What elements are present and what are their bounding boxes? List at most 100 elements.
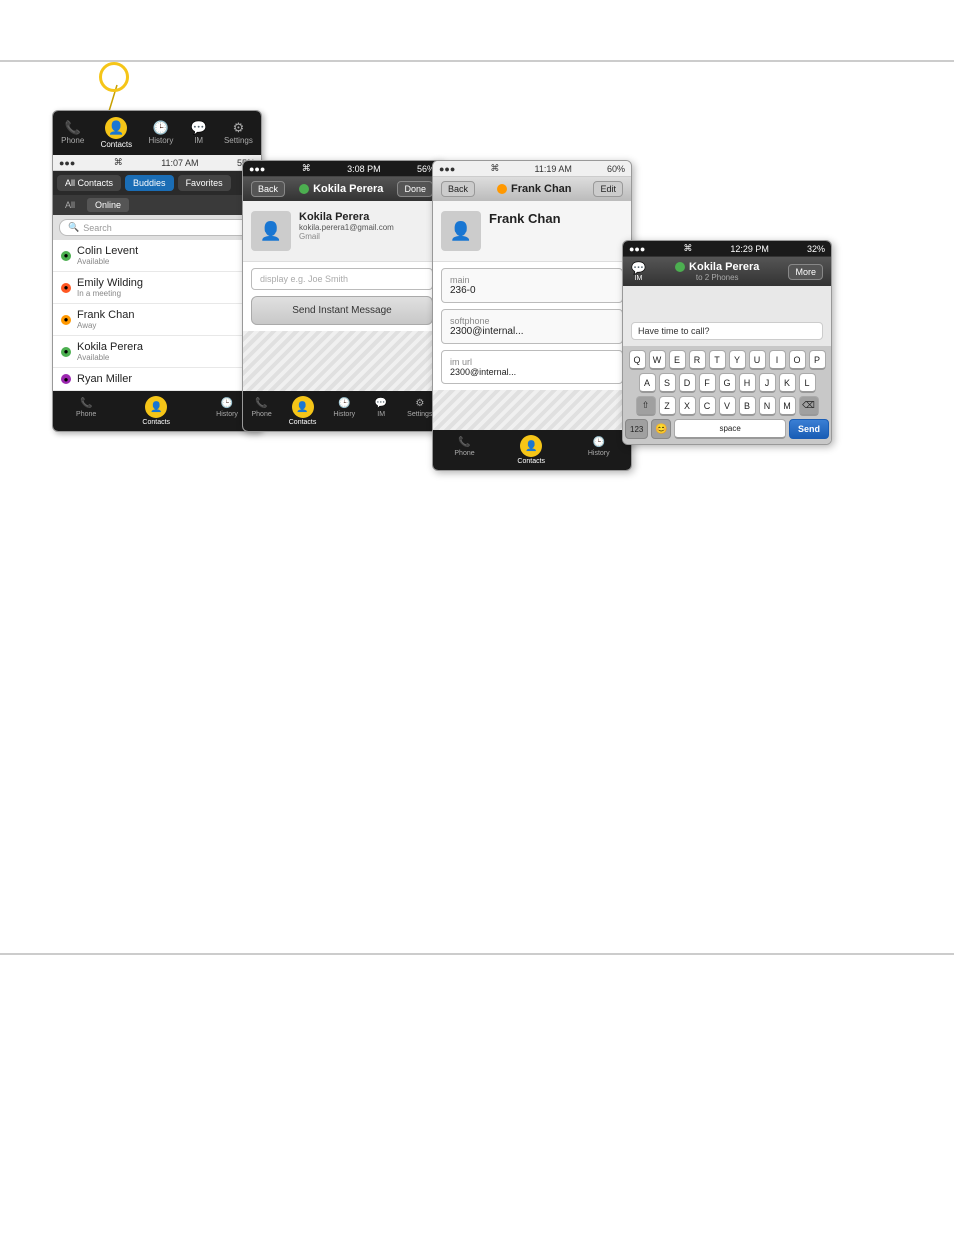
s3-contacts-tab[interactable]: 👤 Contacts bbox=[513, 433, 549, 467]
key-g[interactable]: G bbox=[719, 373, 736, 393]
time-s4: 12:29 PM bbox=[730, 244, 769, 254]
key-f[interactable]: F bbox=[699, 373, 716, 393]
softphone-field: softphone 2300@internal... bbox=[441, 309, 623, 344]
nav-label-im: IM bbox=[194, 136, 203, 145]
key-q[interactable]: Q bbox=[629, 350, 646, 370]
key-t[interactable]: T bbox=[709, 350, 726, 370]
status-dot-busy: ● bbox=[61, 283, 71, 293]
contact-info: Kokila Perera Available bbox=[77, 341, 253, 362]
chat-more-button[interactable]: More bbox=[788, 264, 823, 280]
key-x[interactable]: X bbox=[679, 396, 696, 416]
s3-history-tab[interactable]: 🕒 History bbox=[584, 433, 614, 467]
key-j[interactable]: J bbox=[759, 373, 776, 393]
nav-tab-im[interactable]: 💬 IM bbox=[186, 119, 212, 147]
key-o[interactable]: O bbox=[789, 350, 806, 370]
s2-history-tab[interactable]: 🕒 History bbox=[329, 394, 359, 428]
s2-contacts-icon: 👤 bbox=[292, 396, 314, 418]
contact-item-frank[interactable]: ● Frank Chan Away bbox=[53, 304, 261, 336]
key-space[interactable]: space bbox=[674, 419, 786, 439]
s2-phone-tab[interactable]: 📞 Phone bbox=[248, 394, 276, 428]
key-y[interactable]: Y bbox=[729, 350, 746, 370]
s3-phone-tab[interactable]: 📞 Phone bbox=[450, 433, 478, 467]
frank-back-button[interactable]: Back bbox=[441, 181, 475, 197]
key-a[interactable]: A bbox=[639, 373, 656, 393]
key-emoji[interactable]: 😊 bbox=[651, 419, 671, 439]
key-l[interactable]: L bbox=[799, 373, 816, 393]
chat-message-area: Have time to call? bbox=[623, 286, 831, 346]
battery-s4: 32% bbox=[807, 244, 825, 254]
search-placeholder: Search bbox=[83, 223, 112, 233]
s2-im-tab[interactable]: 💬 IM bbox=[368, 394, 394, 428]
s2-settings-icon: ⚙ bbox=[411, 396, 429, 410]
bottom-phone-icon: 📞 bbox=[77, 396, 95, 410]
card-name: Kokila Perera bbox=[299, 211, 433, 223]
send-im-button[interactable]: Send Instant Message bbox=[251, 296, 433, 325]
contact-header: Back Kokila Perera Done bbox=[243, 177, 441, 201]
key-s[interactable]: S bbox=[659, 373, 676, 393]
all-contacts-tab[interactable]: All Contacts bbox=[57, 175, 121, 191]
key-u[interactable]: U bbox=[749, 350, 766, 370]
chat-header: 💬 IM Kokila Perera to 2 Phones More bbox=[623, 257, 831, 286]
bottom-history-tab[interactable]: 🕒 History bbox=[212, 394, 242, 428]
online-subtab[interactable]: Online bbox=[87, 198, 129, 212]
key-send[interactable]: Send bbox=[789, 419, 829, 439]
key-n[interactable]: N bbox=[759, 396, 776, 416]
contact-list: ● Colin Levent Available ● Emily Wilding… bbox=[53, 240, 261, 391]
key-b[interactable]: B bbox=[739, 396, 756, 416]
softphone-value: 2300@internal... bbox=[450, 326, 614, 337]
history-icon: 🕒 bbox=[152, 121, 170, 135]
battery-s3: 60% bbox=[607, 164, 625, 174]
screen3-bottom-nav: 📞 Phone 👤 Contacts 🕒 History bbox=[433, 430, 631, 470]
key-c[interactable]: C bbox=[699, 396, 716, 416]
frank-edit-button[interactable]: Edit bbox=[593, 181, 623, 197]
nav-tab-contacts[interactable]: 👤 Contacts bbox=[97, 115, 137, 151]
contact-info: Colin Levent Available bbox=[77, 245, 253, 266]
back-button[interactable]: Back bbox=[251, 181, 285, 197]
contacts-icon: 👤 bbox=[105, 117, 127, 139]
contact-item-emily[interactable]: ● Emily Wilding In a meeting bbox=[53, 272, 261, 304]
time-display: 11:07 AM bbox=[161, 158, 198, 168]
contact-item-colin[interactable]: ● Colin Levent Available bbox=[53, 240, 261, 272]
done-button[interactable]: Done bbox=[397, 181, 433, 197]
key-i[interactable]: I bbox=[769, 350, 786, 370]
bottom-phone-tab[interactable]: 📞 Phone bbox=[72, 394, 100, 428]
s2-phone-icon: 📞 bbox=[253, 396, 271, 410]
bottom-rule bbox=[0, 953, 954, 955]
status-bar-3: ●●● ⌘ 11:19 AM 60% bbox=[433, 161, 631, 177]
key-r[interactable]: R bbox=[689, 350, 706, 370]
key-k[interactable]: K bbox=[779, 373, 796, 393]
key-backspace[interactable]: ⌫ bbox=[799, 396, 819, 416]
nav-tab-phone[interactable]: 📞 Phone bbox=[57, 119, 88, 147]
buddies-tab[interactable]: Buddies bbox=[125, 175, 174, 191]
bottom-contacts-icon: 👤 bbox=[145, 396, 167, 418]
key-e[interactable]: E bbox=[669, 350, 686, 370]
s2-history-icon: 🕒 bbox=[335, 396, 353, 410]
contact-item-ryan[interactable]: ● Ryan Miller bbox=[53, 368, 261, 391]
favorites-tab[interactable]: Favorites bbox=[178, 175, 231, 191]
screen2-bottom-nav: 📞 Phone 👤 Contacts 🕒 History 💬 IM ⚙ bbox=[243, 391, 441, 431]
key-123[interactable]: 123 bbox=[625, 419, 648, 439]
key-v[interactable]: V bbox=[719, 396, 736, 416]
key-z[interactable]: Z bbox=[659, 396, 676, 416]
contact-status: In a meeting bbox=[77, 289, 253, 298]
key-shift[interactable]: ⇧ bbox=[636, 396, 656, 416]
status-bar-4: ●●● ⌘ 12:29 PM 32% bbox=[623, 241, 831, 257]
wifi-icon: ⌘ bbox=[114, 157, 123, 168]
nav-label-contacts: Contacts bbox=[101, 140, 133, 149]
settings-icon: ⚙ bbox=[229, 121, 247, 135]
s2-contacts-tab[interactable]: 👤 Contacts bbox=[285, 394, 321, 428]
diagonal-pattern bbox=[243, 331, 441, 391]
key-p[interactable]: P bbox=[809, 350, 826, 370]
bottom-contacts-tab[interactable]: 👤 Contacts bbox=[138, 394, 174, 428]
display-field[interactable]: display e.g. Joe Smith bbox=[251, 268, 433, 290]
key-d[interactable]: D bbox=[679, 373, 696, 393]
chat-message-display: Have time to call? bbox=[631, 322, 823, 340]
contact-item-kokila[interactable]: ● Kokila Perera Available bbox=[53, 336, 261, 368]
search-box[interactable]: 🔍 Search bbox=[59, 219, 255, 236]
key-w[interactable]: W bbox=[649, 350, 666, 370]
nav-tab-history[interactable]: 🕒 History bbox=[144, 119, 177, 147]
all-subtab[interactable]: All bbox=[57, 198, 83, 212]
key-h[interactable]: H bbox=[739, 373, 756, 393]
nav-tab-settings[interactable]: ⚙ Settings bbox=[220, 119, 257, 147]
key-m[interactable]: M bbox=[779, 396, 796, 416]
